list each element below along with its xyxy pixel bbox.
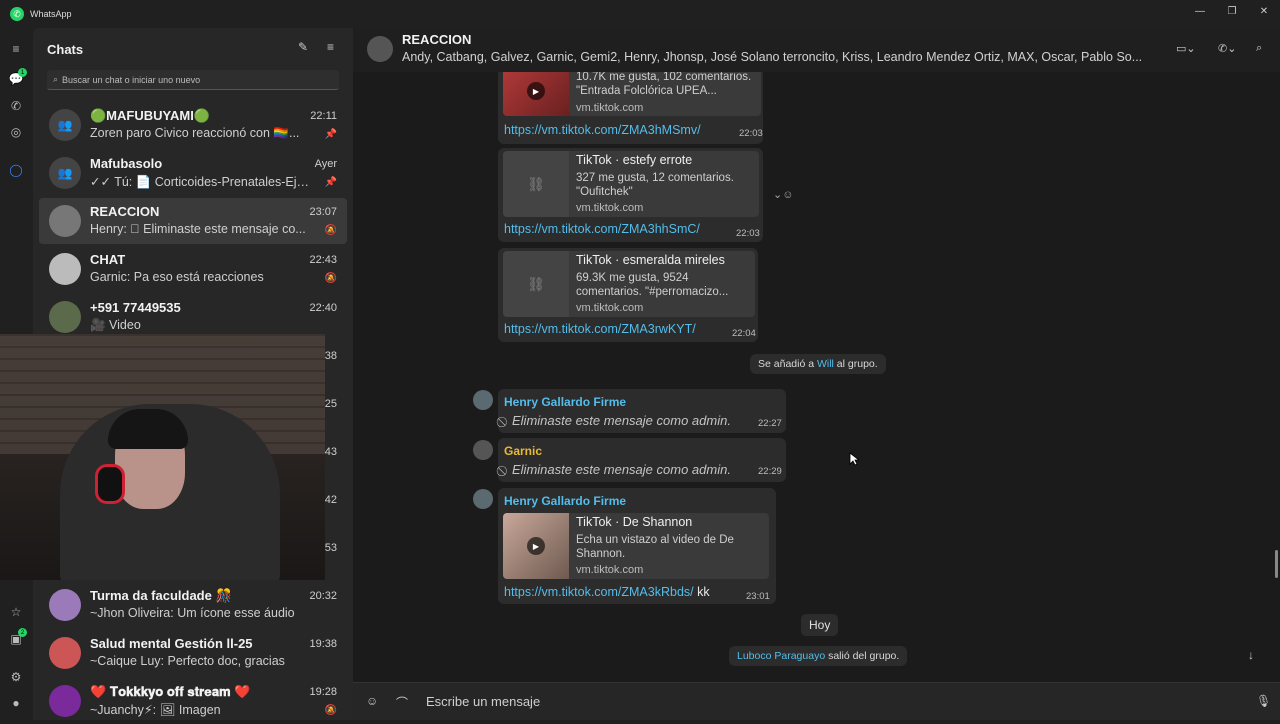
webcam-overlay [0, 334, 325, 580]
group-avatar: 👥 [49, 157, 81, 189]
maximize-button[interactable]: ❐ [1216, 0, 1248, 22]
system-message: Luboco Paraguayo salió del grupo. [729, 646, 908, 666]
chat-item[interactable]: CHAT 22:43 Garnic: Pa eso está reaccione… [39, 246, 347, 292]
search-input[interactable]: ⌕ Buscar un chat o iniciar uno nuevo [47, 70, 339, 90]
message-time: 23:01 [746, 591, 770, 602]
sender-avatar[interactable] [473, 390, 493, 410]
group-avatar [49, 205, 81, 237]
deleted-message: ⃠Eliminaste este mensaje como admin. [512, 413, 731, 428]
chat-item[interactable]: Salud mental Gestión ll-25 19:38 ~Caique… [39, 630, 347, 676]
link-icon: ⛓ [503, 251, 569, 317]
pin-icon: 📌 [324, 129, 337, 140]
message-link[interactable]: https://vm.tiktok.com/ZMA3rwKYT/ [504, 322, 696, 336]
chat-item[interactable]: ❤️ 𝐓𝐨𝐤𝐤𝐤𝐲𝐨 𝐨𝐟𝐟 𝐬𝐭𝐫𝐞𝐚𝐦 ❤️ 19:28 ~Juanchy⚡… [39, 678, 347, 724]
chat-item-selected[interactable]: REACCION 23:07 Henry: ⃠ Eliminaste este … [39, 198, 347, 244]
archive-badge: 2 [18, 628, 27, 637]
message-time: 22:29 [758, 466, 782, 477]
sender-name[interactable]: Garnic [504, 444, 542, 458]
menu-icon[interactable]: ≡ [7, 40, 25, 58]
play-icon: ▶ [527, 82, 545, 100]
conversation-panel: REACCION Andy, Catbang, Galvez, Garnic, … [353, 28, 1280, 720]
scrollbar[interactable] [1275, 550, 1278, 578]
muted-icon: 🔕 [324, 705, 337, 716]
link-preview[interactable]: ⛓ TikTok · esmeralda mireles 69.3K me gu… [503, 251, 755, 317]
group-avatar[interactable] [367, 36, 393, 62]
message-composer: ☺ ⌒ Escribe un mensaje 🎙 [353, 682, 1280, 720]
chat-item[interactable]: Turma da faculdade 🎊 20:32 ~Jhon Oliveir… [39, 582, 347, 628]
message-input[interactable]: Escribe un mensaje [426, 694, 540, 709]
mouse-cursor-icon [849, 452, 859, 466]
group-members: Andy, Catbang, Galvez, Garnic, Gemi2, He… [402, 50, 1143, 64]
message-link[interactable]: https://vm.tiktok.com/ZMA3hMSmv/ [504, 123, 701, 137]
video-call-icon[interactable]: ▭⌄ [1176, 42, 1196, 55]
date-chip: Hoy [801, 614, 839, 636]
muted-icon: 🔕 [324, 273, 337, 284]
sender-name[interactable]: Henry Gallardo Firme [504, 494, 626, 508]
emoji-icon[interactable]: ☺ [366, 694, 378, 708]
chat-item[interactable]: 👥 Mafubasolo Ayer ✓✓ Tú: 📄 Corticoides-P… [39, 150, 347, 196]
whatsapp-logo-icon: ✆ [10, 7, 24, 21]
title-bar: ✆ WhatsApp — ❐ ✕ [0, 0, 1280, 28]
chats-badge: 1 [18, 68, 27, 77]
system-message: Se añadió a Will al grupo. [750, 354, 886, 374]
group-avatar [49, 685, 81, 717]
link-preview[interactable]: ▶ TikTok · De Shannon Echa un vistazo al… [503, 513, 769, 579]
search-icon: ⌕ [53, 74, 59, 84]
voice-call-icon[interactable]: ✆⌄ [1218, 42, 1236, 55]
close-button[interactable]: ✕ [1248, 0, 1280, 22]
group-avatar [49, 589, 81, 621]
app-title: WhatsApp [30, 9, 72, 19]
deleted-message: ⃠Eliminaste este mensaje como admin. [512, 462, 731, 477]
chats-title: Chats [47, 42, 84, 57]
message-time: 22:04 [732, 328, 756, 339]
message-feed: ▶ 10.7K me gusta, 102 comentarios. "Entr… [353, 72, 1280, 682]
status-icon[interactable]: ◎ [7, 123, 25, 141]
group-avatar: 👥 [49, 109, 81, 141]
calls-icon[interactable]: ✆ [7, 97, 25, 115]
message-time: 22:27 [758, 418, 782, 429]
link-preview[interactable]: ▶ 10.7K me gusta, 102 comentarios. "Entr… [503, 72, 761, 116]
search-icon[interactable]: ⌕ [1256, 42, 1262, 55]
sender-avatar[interactable] [473, 489, 493, 509]
pin-icon: 📌 [324, 177, 337, 188]
headset-icon [95, 464, 125, 504]
starred-icon[interactable]: ☆ [7, 603, 25, 621]
scroll-down-icon[interactable]: ↓ [1248, 648, 1254, 662]
video-thumbnail: ▶ [503, 72, 569, 116]
message-link[interactable]: https://vm.tiktok.com/ZMA3kRbds/ kk [504, 585, 710, 599]
sender-name[interactable]: Henry Gallardo Firme [504, 395, 626, 409]
sender-avatar[interactable] [473, 440, 493, 460]
muted-icon: 🔕 [324, 225, 337, 236]
group-avatar [49, 637, 81, 669]
contact-avatar [49, 301, 81, 333]
minimize-button[interactable]: — [1184, 0, 1216, 22]
chat-item[interactable]: 👥 🟢MAFUBUYAMI🟢 22:11 Zoren paro Civico r… [39, 102, 347, 148]
window-controls: — ❐ ✕ [1184, 0, 1280, 22]
link-icon: ⛓ [503, 151, 569, 217]
microphone-icon[interactable]: 🎙 [1256, 694, 1271, 708]
play-icon: ▶ [527, 537, 545, 555]
react-emoji-icon[interactable]: ⌄☺ [773, 188, 793, 201]
group-name: REACCION [402, 32, 472, 47]
message-link[interactable]: https://vm.tiktok.com/ZMA3hhSmC/ [504, 222, 700, 236]
conversation-header[interactable]: REACCION Andy, Catbang, Galvez, Garnic, … [353, 28, 1280, 72]
filter-icon[interactable]: ≡ [327, 40, 334, 54]
video-thumbnail: ▶ [503, 513, 569, 579]
link-preview[interactable]: ⛓ TikTok · estefy errote 327 me gusta, 1… [503, 151, 759, 217]
attach-icon[interactable]: ⌒ [396, 694, 408, 711]
settings-icon[interactable]: ⚙ [7, 668, 25, 686]
new-chat-icon[interactable]: ✎ [298, 40, 308, 54]
message-time: 22:03 [739, 128, 763, 139]
profile-avatar[interactable]: ● [7, 694, 25, 712]
group-avatar [49, 253, 81, 285]
meta-ai-icon[interactable]: ◯ [7, 161, 25, 179]
message-time: 22:03 [736, 228, 760, 239]
